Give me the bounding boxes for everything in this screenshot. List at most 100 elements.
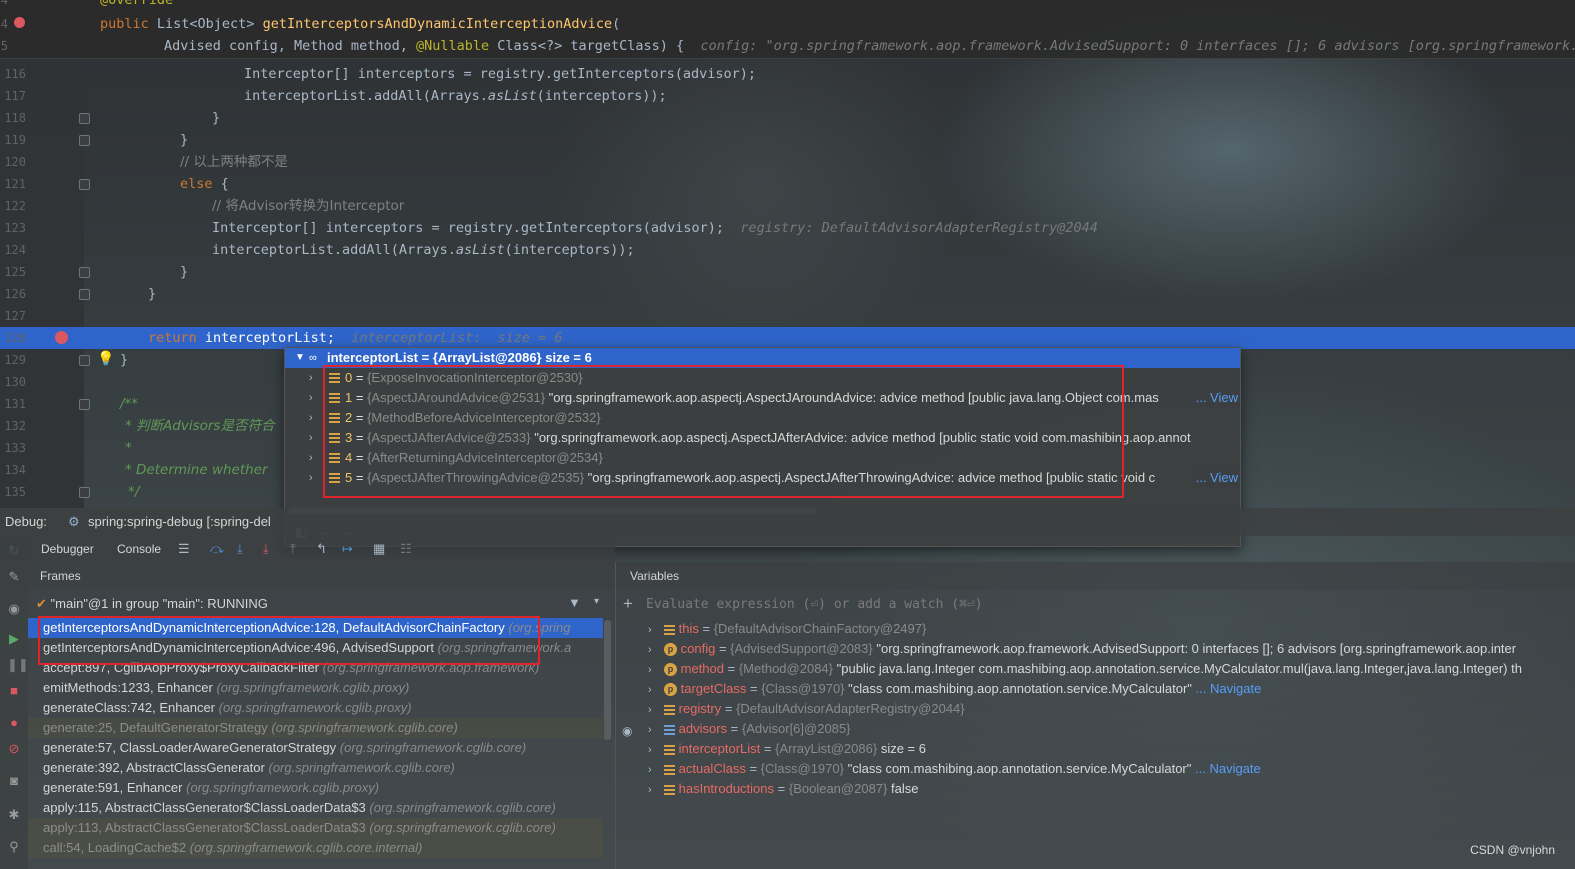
frames-scrollbar[interactable] [604,620,611,740]
evaluate-table-icon[interactable]: ▦ [373,541,385,557]
code-line[interactable]: 123 Interceptor[] interceptors = registry… [0,217,1575,239]
step-out-icon[interactable]: ⤒ [290,541,296,557]
code-line[interactable]: 127 [0,305,1575,327]
filter-icon[interactable]: ▼ [568,595,581,610]
stack-frame-row[interactable]: generateClass:742, Enhancer (org.springf… [28,698,603,718]
run-to-cursor-icon[interactable]: ↦ [342,541,353,557]
resume-icon[interactable]: ▶ [7,632,21,646]
variable-row[interactable]: › p method = {Method@2084} "public java.l… [616,659,1575,679]
variables-panel[interactable]: + ◉ Evaluate expression (⏎) or add a wat… [615,590,1575,869]
code-line[interactable]: 4 public List<Object> getInterceptorsAndD… [0,13,1575,35]
variable-row[interactable]: › p config = {AdvisedSupport@2083} "org.s… [616,639,1575,659]
chevron-right-icon[interactable]: › [309,428,313,448]
stack-frame-row[interactable]: getInterceptorsAndDynamicInterceptionAdv… [28,638,603,658]
stack-frame-row[interactable]: apply:113, AbstractClassGenerator$ClassL… [28,818,603,838]
camera-icon[interactable]: ◙ [7,774,21,788]
chevron-right-icon[interactable]: › [309,448,313,468]
code-line[interactable]: 128 return interceptorList; interceptorLi… [0,327,1575,349]
variable-row[interactable]: › this = {DefaultAdvisorChainFactory@249… [616,619,1575,639]
stack-frame-row[interactable]: emitMethods:1233, Enhancer (org.springfr… [28,678,603,698]
popup-title-row[interactable]: ▼ ∞ interceptorList = {ArrayList@2086} s… [285,348,1240,368]
fold-marker-icon[interactable] [79,179,90,190]
variable-row[interactable]: › p targetClass = {Class@1970} "class com… [616,679,1575,699]
stack-frame-row[interactable]: generate:57, ClassLoaderAwareGeneratorSt… [28,738,603,758]
tab-console[interactable]: Console [117,536,161,562]
menu-icon[interactable]: ☰ [178,541,190,557]
view-link[interactable]: ... View [1191,468,1238,488]
gear-icon[interactable]: ✱ [7,808,21,822]
variable-row[interactable]: › registry = {DefaultAdvisorAdapterRegis… [616,699,1575,719]
view-link[interactable]: ... View [1191,388,1238,408]
popup-item-row[interactable]: › 4 = {AfterReturningAdviceInterceptor@25… [285,448,1240,468]
stack-frame-row[interactable]: generate:392, AbstractClassGenerator (or… [28,758,603,778]
variable-row[interactable]: › advisors = {Advisor[6]@2085} [616,719,1575,739]
stack-frame-row[interactable]: call:54, LoadingCache$2 (org.springframe… [28,838,603,858]
lightbulb-icon[interactable]: 💡 [97,350,114,367]
chevron-right-icon[interactable]: › [648,760,664,779]
code-line[interactable]: 120 // 以上两种都不是 [0,151,1575,173]
chevron-right-icon[interactable]: › [648,680,664,699]
code-line[interactable]: 126} [0,283,1575,305]
stack-frame-row[interactable]: apply:115, AbstractClassGenerator$ClassL… [28,798,603,818]
code-line[interactable]: 118} [0,107,1575,129]
add-watch-icon[interactable]: + [623,594,633,614]
chevron-right-icon[interactable]: › [648,620,664,639]
navigate-link[interactable]: ... Navigate [1195,761,1261,776]
settings-wrench-icon[interactable]: ✎ [7,570,21,584]
code-line[interactable]: 124 interceptorList.addAll(Arrays.asList(… [0,239,1575,261]
navigate-link[interactable]: ... Navigate [1196,681,1262,696]
tab-debugger[interactable]: Debugger [41,536,94,562]
force-step-into-icon[interactable]: ⤓ [263,541,269,557]
fold-marker-icon[interactable] [79,399,90,410]
chevron-down-icon[interactable]: ▾ [594,596,599,607]
code-line[interactable]: 5 Advised config, Method method, @Nullabl… [0,35,1575,57]
trace-icon[interactable]: ☷ [400,541,412,557]
stack-frame-row[interactable]: generate:591, Enhancer (org.springframew… [28,778,603,798]
pause-icon[interactable]: ❚❚ [7,658,29,672]
chevron-right-icon[interactable]: › [309,468,313,488]
variable-row[interactable]: › interceptorList = {ArrayList@2086} siz… [616,739,1575,759]
pin-icon[interactable]: ⚲ [7,840,21,854]
breakpoint-icon[interactable] [14,17,25,28]
fold-marker-icon[interactable] [79,355,90,366]
breakpoint-icon[interactable] [55,331,68,344]
code-line[interactable]: 117 interceptorList.addAll(Arrays.asList(… [0,85,1575,107]
fold-marker-icon[interactable] [79,487,90,498]
fold-marker-icon[interactable] [79,113,90,124]
stop-icon[interactable]: ■ [7,684,21,698]
fold-marker-icon[interactable] [79,135,90,146]
popup-item-row[interactable]: › 1 = {AspectJAroundAdvice@2531} "org.spr… [285,388,1240,408]
chevron-right-icon[interactable]: › [648,700,664,719]
breakpoints-icon[interactable]: ● [7,716,21,730]
stack-frame-row[interactable]: generate:25, DefaultGeneratorStrategy (o… [28,718,603,738]
code-line[interactable]: 122 // 将Advisor转换为Interceptor [0,195,1575,217]
chevron-right-icon[interactable]: › [648,660,664,679]
code-line[interactable]: 125} [0,261,1575,283]
frames-panel[interactable]: ✔ "main"@1 in group "main": RUNNING ▼ ▾ … [28,590,615,869]
popup-item-row[interactable]: › 0 = {ExposeInvocationInterceptor@2530} [285,368,1240,388]
chevron-right-icon[interactable]: › [648,780,664,799]
evaluate-expression-input[interactable]: Evaluate expression (⏎) or add a watch (… [646,594,1566,616]
code-line[interactable]: 121 else { [0,173,1575,195]
chevron-down-icon[interactable]: ▼ [295,348,305,368]
step-into-icon[interactable]: ⤓ [237,541,243,557]
popup-item-row[interactable]: › 3 = {AspectJAfterAdvice@2533} "org.spri… [285,428,1240,448]
stack-frame-row[interactable]: getInterceptorsAndDynamicInterceptionAdv… [28,618,603,638]
chevron-right-icon[interactable]: › [309,368,313,388]
fold-marker-icon[interactable] [79,289,90,300]
variable-row[interactable]: › actualClass = {Class@1970} "class com.… [616,759,1575,779]
variable-row[interactable]: › hasIntroductions = {Boolean@2087} fals… [616,779,1575,799]
chevron-right-icon[interactable]: › [648,740,664,759]
fold-marker-icon[interactable] [79,267,90,278]
code-line[interactable]: 4 @Override [0,0,1575,11]
chevron-right-icon[interactable]: › [648,720,664,739]
chevron-right-icon[interactable]: › [648,640,664,659]
step-over-icon[interactable]: ⤼ [210,541,224,557]
popup-item-row[interactable]: › 2 = {MethodBeforeAdviceInterceptor@2532… [285,408,1240,428]
drop-frame-icon[interactable]: ↰ [316,541,327,557]
thread-selector[interactable]: ✔ "main"@1 in group "main": RUNNING [36,594,268,614]
code-line[interactable]: 116 Interceptor[] interceptors = registry… [0,63,1575,85]
code-line[interactable]: 119} [0,129,1575,151]
stack-frame-row[interactable]: accept:897, CglibAopProxy$ProxyCallbackF… [28,658,603,678]
mute-breakpoints-icon[interactable]: ⊘ [7,742,21,756]
